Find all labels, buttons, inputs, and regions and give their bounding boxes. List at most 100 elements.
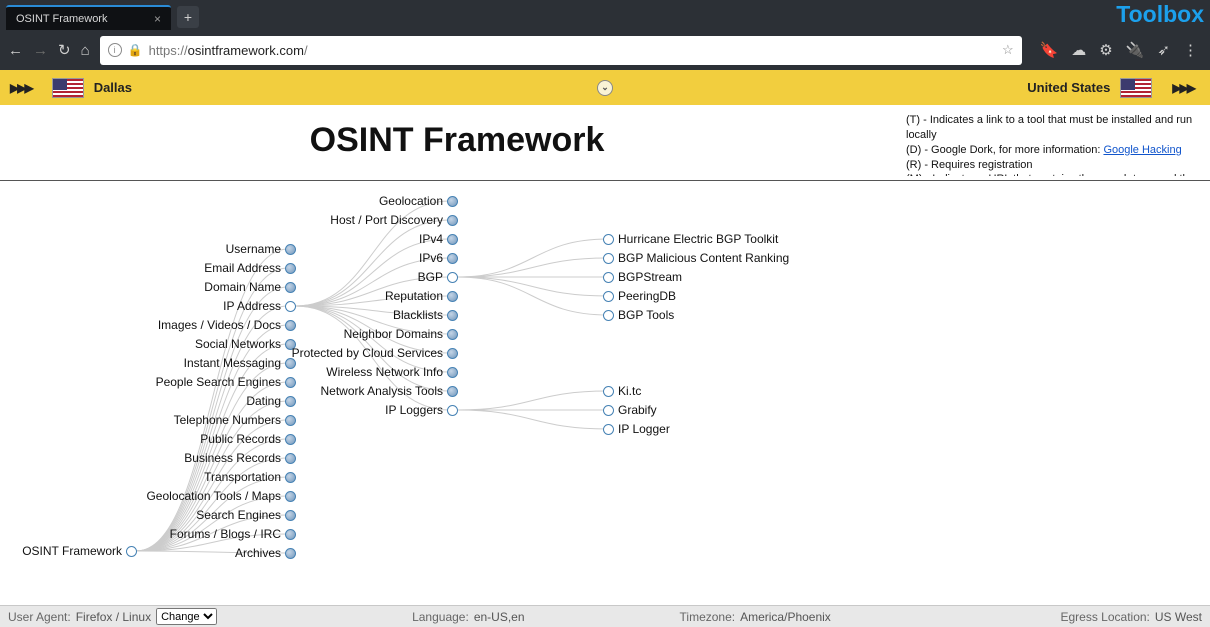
tree-node-dot xyxy=(126,546,137,557)
tree-node-dot xyxy=(603,253,614,264)
tree-node[interactable]: BGP Malicious Content Ranking xyxy=(603,251,789,265)
gear-icon[interactable]: ⚙ xyxy=(1099,41,1112,59)
tree-node[interactable]: Protected by Cloud Services xyxy=(292,346,458,360)
banner-left[interactable]: ▶▶▶ Dallas xyxy=(0,78,132,98)
forward-button[interactable]: → xyxy=(33,42,48,59)
tree-node[interactable]: Transportation xyxy=(204,470,296,484)
nav-bar: ← → ↻ ⌂ i 🔒 https://osintframework.com/ … xyxy=(0,30,1210,70)
bookmark-icon[interactable]: 🔖 xyxy=(1040,41,1059,59)
tree-node[interactable]: IP Loggers xyxy=(385,403,458,417)
legend-d-link[interactable]: Google Hacking xyxy=(1103,144,1181,156)
tree-node[interactable]: Business Records xyxy=(184,451,296,465)
tree-node-label: BGP Tools xyxy=(618,308,674,322)
tree-node[interactable]: People Search Engines xyxy=(156,375,296,389)
egress-value: US West xyxy=(1155,610,1202,624)
tree-node[interactable]: Network Analysis Tools xyxy=(321,384,459,398)
tree-node[interactable]: OSINT Framework xyxy=(22,544,137,558)
menu-icon[interactable]: ⋮ xyxy=(1183,41,1198,59)
banner-dropdown[interactable]: ⌄ xyxy=(595,70,615,105)
cloud-sync-icon[interactable]: ☁ xyxy=(1071,41,1086,59)
tree-node[interactable]: Neighbor Domains xyxy=(344,327,458,341)
tree-node-dot xyxy=(285,434,296,445)
tree-node[interactable]: Instant Messaging xyxy=(184,356,296,370)
tree-node-dot xyxy=(447,272,458,283)
tree-node[interactable]: Public Records xyxy=(200,432,296,446)
url-host: osintframework.com xyxy=(188,43,304,58)
tree-node-dot xyxy=(603,234,614,245)
bookmark-star-icon[interactable]: ☆ xyxy=(1002,42,1014,58)
close-icon[interactable]: × xyxy=(154,13,161,25)
tree-node-label: Email Address xyxy=(204,261,281,275)
browser-chrome: OSINT Framework × + Toolbox ← → ↻ ⌂ i 🔒 … xyxy=(0,0,1210,70)
tree-node[interactable]: Images / Videos / Docs xyxy=(158,318,296,332)
tree-node[interactable]: IPv4 xyxy=(419,232,458,246)
tree-node-label: IP Loggers xyxy=(385,403,443,417)
flag-icon-us xyxy=(52,78,84,98)
tree-node-label: Dating xyxy=(246,394,281,408)
tree-node[interactable]: Blacklists xyxy=(393,308,458,322)
tree-node-dot xyxy=(447,196,458,207)
tree-node-dot xyxy=(447,291,458,302)
legend-d: (D) - Google Dork, for more information:… xyxy=(906,143,1202,158)
pointer-icon[interactable]: ➶ xyxy=(1157,41,1170,59)
tree-node-label: Host / Port Discovery xyxy=(330,213,443,227)
tree-node[interactable]: Archives xyxy=(235,546,296,560)
tree-node-label: Public Records xyxy=(200,432,281,446)
tree-node[interactable]: Email Address xyxy=(204,261,296,275)
url-bar[interactable]: i 🔒 https://osintframework.com/ ☆ xyxy=(100,36,1022,65)
tree-node[interactable]: Hurricane Electric BGP Toolkit xyxy=(603,232,778,246)
tree-node-label: Business Records xyxy=(184,451,281,465)
back-button[interactable]: ← xyxy=(8,42,23,59)
tree-node-label: Username xyxy=(226,242,281,256)
tree-node[interactable]: Social Networks xyxy=(195,337,296,351)
plug-icon[interactable]: 🔌 xyxy=(1126,41,1145,59)
tree-node-dot xyxy=(285,244,296,255)
banner-right[interactable]: United States ▶▶▶ xyxy=(1027,78,1210,98)
tree-node-label: Protected by Cloud Services xyxy=(292,346,443,360)
tree-node[interactable]: Domain Name xyxy=(204,280,296,294)
tree-node[interactable]: BGP xyxy=(418,270,458,284)
tree-node[interactable]: Geolocation xyxy=(379,194,458,208)
tree-node[interactable]: Forums / Blogs / IRC xyxy=(170,527,296,541)
tree-node[interactable]: Host / Port Discovery xyxy=(330,213,458,227)
tree-node[interactable]: Search Engines xyxy=(196,508,296,522)
reload-button[interactable]: ↻ xyxy=(58,41,71,59)
tree-node[interactable]: PeeringDB xyxy=(603,289,676,303)
tree-node[interactable]: Reputation xyxy=(385,289,458,303)
tree-node[interactable]: IP Logger xyxy=(603,422,670,436)
tree-node-label: Instant Messaging xyxy=(184,356,281,370)
tree-node-label: IPv6 xyxy=(419,251,443,265)
home-button[interactable]: ⌂ xyxy=(81,42,90,59)
tree-node[interactable]: Ki.tc xyxy=(603,384,641,398)
tree-node-label: Archives xyxy=(235,546,281,560)
tree-node[interactable]: Wireless Network Info xyxy=(326,365,458,379)
tree-node[interactable]: Username xyxy=(226,242,296,256)
tree-node[interactable]: IP Address xyxy=(223,299,296,313)
tree-node-dot xyxy=(447,234,458,245)
tree-node-label: Images / Videos / Docs xyxy=(158,318,281,332)
tree-node[interactable]: IPv6 xyxy=(419,251,458,265)
tree-node-label: Reputation xyxy=(385,289,443,303)
osint-tree[interactable]: OSINT Framework Username Email Address Doma… xyxy=(0,181,1210,605)
language-value: en-US,en xyxy=(474,610,525,624)
tree-node[interactable]: Dating xyxy=(246,394,296,408)
tree-node[interactable]: Telephone Numbers xyxy=(174,413,296,427)
tree-node-dot xyxy=(447,386,458,397)
new-tab-button[interactable]: + xyxy=(177,6,199,28)
tree-node[interactable]: Geolocation Tools / Maps xyxy=(146,489,296,503)
tree-node-label: PeeringDB xyxy=(618,289,676,303)
egress-label: Egress Location: xyxy=(1060,610,1149,624)
banner-country: United States xyxy=(1027,80,1110,95)
tree-node-dot xyxy=(285,529,296,540)
language-label: Language: xyxy=(412,610,469,624)
url-prefix: https:// xyxy=(149,43,188,58)
site-info-icon[interactable]: i xyxy=(108,43,122,57)
change-useragent-select[interactable]: Change xyxy=(156,608,217,625)
banner-city: Dallas xyxy=(94,80,132,95)
tree-node[interactable]: BGP Tools xyxy=(603,308,674,322)
browser-tab[interactable]: OSINT Framework × xyxy=(6,5,171,30)
tree-node-label: Forums / Blogs / IRC xyxy=(170,527,281,541)
tree-node[interactable]: BGPStream xyxy=(603,270,682,284)
tree-node-label: Grabify xyxy=(618,403,657,417)
tree-node[interactable]: Grabify xyxy=(603,403,657,417)
